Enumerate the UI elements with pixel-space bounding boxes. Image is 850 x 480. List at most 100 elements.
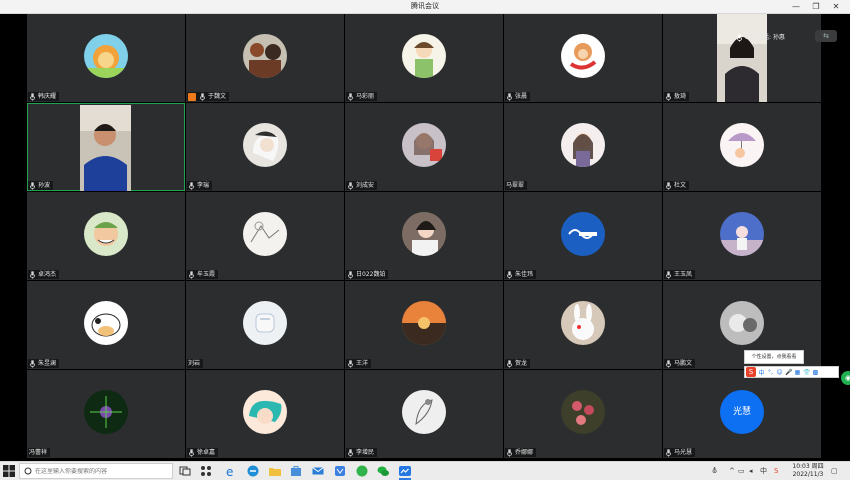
participant-tile[interactable]: 徐卓嘉 bbox=[186, 370, 344, 458]
minimize-button[interactable]: — bbox=[786, 0, 806, 13]
app-grid-icon[interactable] bbox=[199, 464, 213, 478]
participant-tile[interactable]: 李增民 bbox=[345, 370, 503, 458]
participant-name: 冯蕾祥 bbox=[29, 449, 48, 456]
tray-expand-icon[interactable]: ^ bbox=[729, 465, 735, 477]
ime-toolbar-item[interactable]: 👕 bbox=[803, 369, 810, 376]
participant-tile[interactable]: 朱昱澜 bbox=[27, 281, 185, 369]
participant-nametag: 卓鸿杰 bbox=[28, 270, 60, 279]
ime-toolbar-item[interactable]: ▩ bbox=[812, 369, 819, 376]
taskbar-search[interactable] bbox=[19, 463, 173, 479]
assistant-bubble-icon[interactable]: ◉ bbox=[841, 371, 850, 385]
sogou-logo-icon[interactable]: S bbox=[746, 367, 756, 377]
participant-tile[interactable]: 杜文 bbox=[663, 103, 821, 191]
text-avatar: 光慧 bbox=[720, 390, 764, 434]
participant-nametag: 张晨 bbox=[505, 92, 531, 101]
white-hair-anime-avatar-icon bbox=[243, 123, 287, 167]
windows-start-icon[interactable] bbox=[3, 465, 15, 477]
remote-desk-icon[interactable] bbox=[333, 464, 347, 478]
mic-icon bbox=[506, 448, 513, 457]
volume-icon[interactable]: ◂ bbox=[749, 465, 753, 477]
participant-nametag: 刘岩 bbox=[187, 359, 204, 368]
participant-tile[interactable]: 孙波 bbox=[27, 103, 185, 191]
ime-toolbar-item[interactable]: ☺ bbox=[776, 369, 783, 376]
participant-tile[interactable]: 卓鸿杰 bbox=[27, 192, 185, 280]
search-input[interactable] bbox=[35, 467, 165, 475]
file-explorer-icon[interactable] bbox=[268, 464, 282, 478]
participant-tile[interactable]: 王玉凤 bbox=[663, 192, 821, 280]
participant-name: 李瑞 bbox=[197, 182, 210, 189]
close-button[interactable]: ✕ bbox=[826, 0, 846, 13]
network-icon[interactable]: ▭ bbox=[738, 465, 745, 477]
edge-browser-icon[interactable] bbox=[246, 464, 260, 478]
drawn-girl-avatar-icon bbox=[402, 34, 446, 78]
wechat-icon[interactable] bbox=[376, 464, 390, 478]
store-icon[interactable] bbox=[289, 464, 303, 478]
participant-tile[interactable]: 乔娜娜 bbox=[504, 370, 662, 458]
participant-nametag: 徐卓嘉 bbox=[187, 448, 219, 457]
participant-nametag: 孙波 bbox=[28, 181, 54, 190]
participant-nametag: 王洋 bbox=[346, 359, 372, 368]
participant-tile[interactable]: 刘岩 bbox=[186, 281, 344, 369]
ime-toolbar-item[interactable]: 中 bbox=[758, 368, 765, 377]
bird-sketch-avatar-icon bbox=[402, 390, 446, 434]
svg-text:e: e bbox=[226, 465, 233, 478]
participant-name: 于魏文 bbox=[208, 93, 227, 100]
ie-browser-icon[interactable]: e bbox=[224, 464, 238, 478]
participant-video bbox=[717, 14, 767, 102]
participant-name: 马翠翠 bbox=[506, 182, 525, 189]
meeting-stage: 韩庆耀 于魏文 马彩丽 张晨 敖琦孙波 李瑞 刘成安 马翠翠 杜文卓鸿杰 牟玉霞 日022魏铂 朱佳玮… bbox=[0, 14, 850, 461]
speaking-indicator: 正在讲话: 孙惠 bbox=[736, 33, 785, 43]
participant-tile[interactable]: 王洋 bbox=[345, 281, 503, 369]
mic-icon bbox=[736, 34, 743, 42]
mic-icon bbox=[506, 92, 513, 101]
participant-nametag: 王玉凤 bbox=[664, 270, 696, 279]
participant-tile[interactable]: 冯蕾祥 bbox=[27, 370, 185, 458]
participant-tile[interactable]: 光慧马光慧 bbox=[663, 370, 821, 458]
people-tray-icon[interactable]: ⛢ bbox=[712, 465, 717, 477]
participant-tile[interactable]: 于魏文 bbox=[186, 14, 344, 102]
task-view-icon[interactable] bbox=[178, 464, 192, 478]
ime-toolbar[interactable]: S 中 °, ☺ 🎤 ▦ 👕 ▩ bbox=[744, 366, 839, 378]
search-icon bbox=[24, 467, 32, 475]
participant-nametag: 贺龙 bbox=[505, 359, 531, 368]
participant-tile[interactable]: 张晨 bbox=[504, 14, 662, 102]
tencent-meeting-icon[interactable] bbox=[398, 464, 412, 480]
mic-icon bbox=[188, 270, 195, 279]
participant-name: 朱昱澜 bbox=[38, 360, 57, 367]
participant-tile[interactable]: 日022魏铂 bbox=[345, 192, 503, 280]
mail-icon[interactable] bbox=[311, 464, 325, 478]
ime-toolbar-item[interactable]: 🎤 bbox=[785, 369, 792, 376]
participant-tile[interactable]: 朱佳玮 bbox=[504, 192, 662, 280]
sogou-tray-icon[interactable]: S bbox=[774, 465, 778, 477]
mic-icon bbox=[347, 359, 354, 368]
mic-icon bbox=[347, 270, 354, 279]
ime-toolbar-item[interactable]: °, bbox=[767, 369, 774, 376]
participant-name: 马光慧 bbox=[674, 449, 693, 456]
participant-tile[interactable]: 刘成安 bbox=[345, 103, 503, 191]
participant-tile[interactable]: 马彩丽 bbox=[345, 14, 503, 102]
mic-icon bbox=[29, 181, 36, 190]
window-title: 腾讯会议 bbox=[411, 2, 439, 10]
participant-nametag: 于魏文 bbox=[187, 92, 230, 101]
participant-name: 杜文 bbox=[674, 182, 687, 189]
participant-tile[interactable]: 牟玉霞 bbox=[186, 192, 344, 280]
participant-name: 孙波 bbox=[38, 182, 51, 189]
restore-button[interactable]: ❐ bbox=[806, 0, 826, 13]
participant-name: 王玉凤 bbox=[674, 271, 693, 278]
sunset-avatar-icon bbox=[402, 301, 446, 345]
participant-tile[interactable]: 李瑞 bbox=[186, 103, 344, 191]
participant-tile[interactable]: 敖琦 bbox=[663, 14, 821, 102]
participant-tile[interactable]: 马翠翠 bbox=[504, 103, 662, 191]
notification-icon[interactable]: ▢ bbox=[831, 465, 838, 477]
taskbar-clock[interactable]: 10:03 周四 2022/11/3 bbox=[790, 463, 826, 479]
ime-toolbar-item[interactable]: ▦ bbox=[794, 369, 801, 376]
participant-nametag: 马鹏文 bbox=[664, 359, 696, 368]
participant-nametag: 韩庆耀 bbox=[28, 92, 60, 101]
input-language-indicator[interactable]: 中 bbox=[760, 465, 767, 477]
participant-tile[interactable]: 韩庆耀 bbox=[27, 14, 185, 102]
view-switch-button[interactable]: ⇆ bbox=[815, 30, 837, 42]
participant-tile[interactable]: 贺龙 bbox=[504, 281, 662, 369]
taskbar: e ⛢ ^ ▭ ◂ 中 S 10:03 周四 2022/11/3 ▢ bbox=[0, 461, 850, 480]
green-app-icon[interactable] bbox=[355, 464, 369, 478]
mono-photo-avatar-icon bbox=[720, 301, 764, 345]
